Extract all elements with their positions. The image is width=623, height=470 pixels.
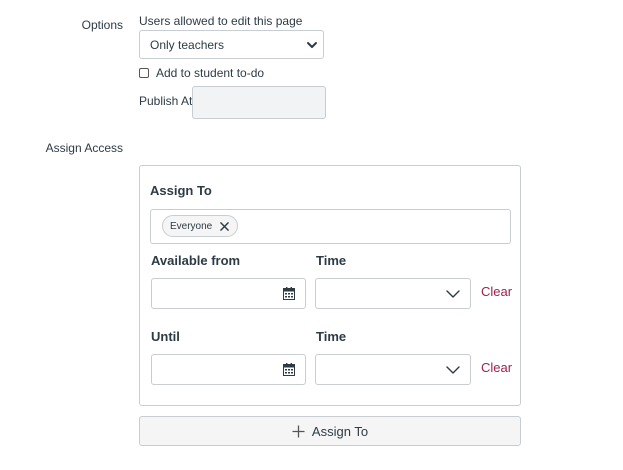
chevron-down-icon [446, 366, 460, 374]
until-date-input[interactable] [151, 354, 306, 385]
edit-permission-value: Only teachers [150, 37, 225, 52]
assignee-pill[interactable]: Everyone [162, 215, 239, 237]
chevron-down-icon [446, 290, 460, 298]
calendar-icon[interactable] [283, 287, 295, 300]
available-from-date-input[interactable] [151, 278, 306, 309]
publish-at-label: Publish At [139, 94, 193, 108]
edit-permission-select[interactable]: Only teachers [139, 30, 324, 59]
student-todo-label: Add to student to-do [156, 66, 265, 80]
until-time-label: Time [316, 329, 347, 344]
assignee-pill-label: Everyone [170, 220, 213, 232]
plus-icon [292, 425, 305, 437]
add-assign-to-button[interactable]: Assign To [139, 416, 521, 446]
until-time-select[interactable] [315, 354, 471, 385]
assign-access-label: Assign Access [45, 141, 123, 155]
calendar-icon[interactable] [283, 363, 295, 376]
student-todo-option[interactable]: Add to student to-do [139, 66, 264, 80]
assign-to-title: Assign To [150, 183, 212, 198]
edit-permission-label: Users allowed to edit this page [139, 14, 303, 28]
available-from-label: Available from [151, 253, 241, 268]
available-clear-link[interactable]: Clear [481, 284, 512, 299]
add-assign-to-label: Assign To [311, 423, 369, 439]
available-time-select[interactable] [315, 278, 471, 309]
student-todo-checkbox[interactable] [139, 68, 149, 78]
available-time-label: Time [316, 253, 347, 268]
publish-at-input[interactable] [192, 86, 326, 119]
chevron-down-icon [307, 42, 317, 48]
until-clear-link[interactable]: Clear [481, 360, 512, 375]
close-icon[interactable] [220, 221, 230, 231]
options-label: Options [81, 18, 123, 32]
until-label: Until [151, 329, 180, 344]
